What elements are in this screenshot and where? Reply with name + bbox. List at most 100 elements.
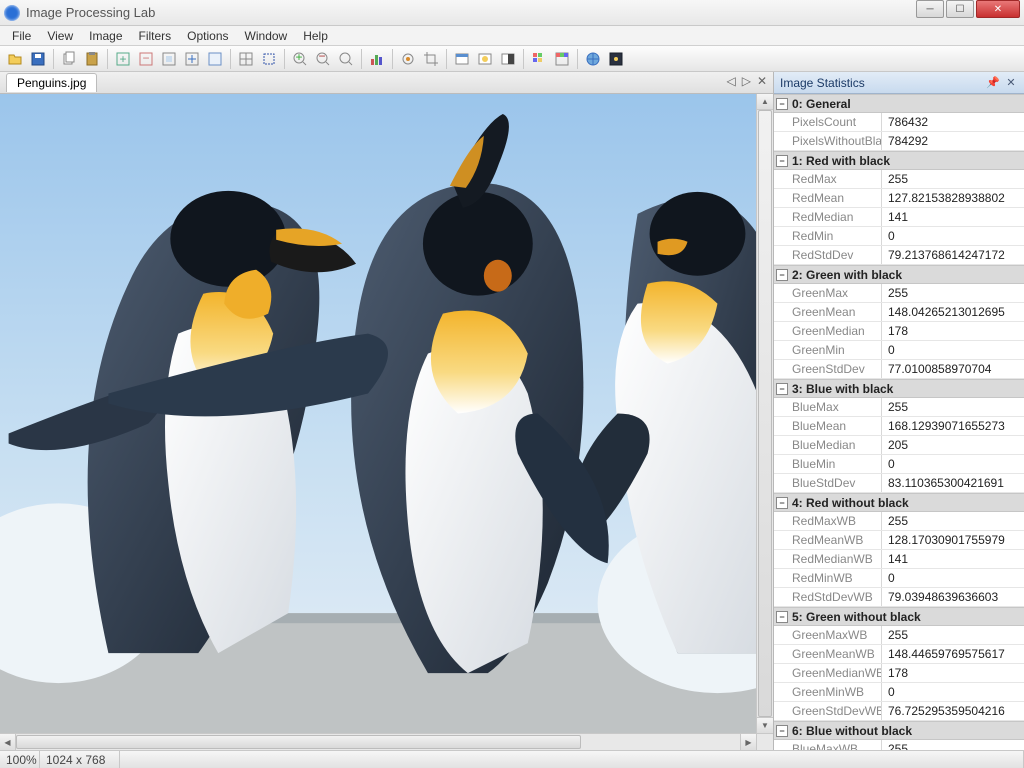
stat-row[interactable]: GreenMinWB0 [774, 683, 1024, 702]
histogram-icon[interactable] [366, 48, 388, 70]
stat-row[interactable]: GreenMeanWB148.44659769575617 [774, 645, 1024, 664]
globe-icon[interactable] [582, 48, 604, 70]
menu-image[interactable]: Image [81, 27, 130, 45]
fit-window-icon[interactable] [204, 48, 226, 70]
zoom-icon[interactable] [158, 48, 180, 70]
open-icon[interactable] [4, 48, 26, 70]
copy-icon[interactable] [58, 48, 80, 70]
stats-group-header[interactable]: −4: Red without black [774, 493, 1024, 512]
minimize-button[interactable]: ─ [916, 0, 944, 18]
menu-options[interactable]: Options [179, 27, 236, 45]
stat-row[interactable]: PixelsCount786432 [774, 113, 1024, 132]
menu-view[interactable]: View [39, 27, 81, 45]
stat-row[interactable]: BlueMax255 [774, 398, 1024, 417]
stats-group-header[interactable]: −3: Blue with black [774, 379, 1024, 398]
hscroll-thumb[interactable] [16, 735, 581, 749]
selection-icon[interactable] [258, 48, 280, 70]
hscroll-track[interactable] [16, 734, 740, 750]
menu-file[interactable]: File [4, 27, 39, 45]
stat-row[interactable]: GreenMin0 [774, 341, 1024, 360]
stat-row[interactable]: GreenMax255 [774, 284, 1024, 303]
stats-group-header[interactable]: −1: Red with black [774, 151, 1024, 170]
document-tab[interactable]: Penguins.jpg [6, 73, 97, 92]
stat-row[interactable]: PixelsWithoutBlack784292 [774, 132, 1024, 151]
stat-row[interactable]: RedMeanWB128.17030901755979 [774, 531, 1024, 550]
magnify-reset-icon[interactable] [335, 48, 357, 70]
panel-close-icon[interactable]: ✕ [1004, 76, 1018, 90]
stat-row[interactable]: RedMax255 [774, 170, 1024, 189]
magnify-plus-icon[interactable]: + [289, 48, 311, 70]
zoom-out-icon[interactable]: − [135, 48, 157, 70]
stat-row[interactable]: BlueMean168.12939071655273 [774, 417, 1024, 436]
stat-row[interactable]: RedMinWB0 [774, 569, 1024, 588]
crop-icon[interactable] [420, 48, 442, 70]
stat-row[interactable]: GreenMedian178 [774, 322, 1024, 341]
stat-row[interactable]: BlueMin0 [774, 455, 1024, 474]
save-icon[interactable] [27, 48, 49, 70]
stat-row[interactable]: GreenMedianWB178 [774, 664, 1024, 683]
stat-row[interactable]: RedMean127.82153828938802 [774, 189, 1024, 208]
stats-group-header[interactable]: −2: Green with black [774, 265, 1024, 284]
collapse-icon[interactable]: − [776, 269, 788, 281]
brightness-icon[interactable] [474, 48, 496, 70]
close-button[interactable]: ✕ [976, 0, 1020, 18]
stat-row[interactable]: RedMin0 [774, 227, 1024, 246]
stat-row[interactable]: RedMedian141 [774, 208, 1024, 227]
stat-row[interactable]: GreenStdDevWB76.725295359504216 [774, 702, 1024, 721]
stat-row[interactable]: RedMedianWB141 [774, 550, 1024, 569]
stat-row[interactable]: RedStdDevWB79.03948639636603 [774, 588, 1024, 607]
stat-row[interactable]: GreenStdDev77.0100858970704 [774, 360, 1024, 379]
fit-icon[interactable] [181, 48, 203, 70]
document-tab-strip: Penguins.jpg ◁ ▷ ✕ [0, 72, 773, 94]
zoom-in-icon[interactable]: + [112, 48, 134, 70]
scroll-down-icon[interactable]: ▼ [757, 717, 773, 733]
collapse-icon[interactable]: − [776, 725, 788, 737]
stat-row[interactable]: BlueMedian205 [774, 436, 1024, 455]
collapse-icon[interactable]: − [776, 383, 788, 395]
scroll-left-icon[interactable]: ◀ [0, 734, 16, 750]
tab-prev-icon[interactable]: ◁ [726, 74, 735, 88]
menu-window[interactable]: Window [237, 27, 296, 45]
magnify-minus-icon[interactable]: − [312, 48, 334, 70]
stat-key: PixelsCount [774, 113, 882, 131]
collapse-icon[interactable]: − [776, 611, 788, 623]
stat-row[interactable]: RedStdDev79.213768614247172 [774, 246, 1024, 265]
menu-filters[interactable]: Filters [131, 27, 180, 45]
collapse-icon[interactable]: − [776, 98, 788, 110]
image-view[interactable] [0, 94, 756, 733]
stat-value: 77.0100858970704 [882, 362, 1024, 376]
tab-next-icon[interactable]: ▷ [742, 74, 751, 88]
horizontal-scrollbar[interactable]: ◀ ▶ [0, 733, 773, 750]
tab-controls: ◁ ▷ ✕ [726, 74, 767, 88]
stat-key: GreenMeanWB [774, 645, 882, 663]
collapse-icon[interactable]: − [776, 497, 788, 509]
levels-icon[interactable] [451, 48, 473, 70]
stat-row[interactable]: BlueStdDev83.110365300421691 [774, 474, 1024, 493]
stat-row[interactable]: RedMaxWB255 [774, 512, 1024, 531]
scroll-right-icon[interactable]: ▶ [740, 734, 756, 750]
scroll-up-icon[interactable]: ▲ [757, 94, 773, 110]
center-icon[interactable] [397, 48, 419, 70]
blank-icon[interactable] [605, 48, 627, 70]
vscroll-thumb[interactable] [758, 110, 772, 717]
stat-row[interactable]: BlueMaxWB255 [774, 740, 1024, 750]
pin-icon[interactable]: 📌 [986, 76, 1000, 90]
stats-group-header[interactable]: −0: General [774, 94, 1024, 113]
vscroll-track[interactable] [757, 110, 773, 717]
paste-icon[interactable] [81, 48, 103, 70]
swatch-icon[interactable] [551, 48, 573, 70]
stats-group-header[interactable]: −5: Green without black [774, 607, 1024, 626]
grid-1-icon[interactable] [235, 48, 257, 70]
stat-row[interactable]: GreenMaxWB255 [774, 626, 1024, 645]
collapse-icon[interactable]: − [776, 155, 788, 167]
stat-value: 178 [882, 666, 1024, 680]
palette-icon[interactable] [528, 48, 550, 70]
menu-help[interactable]: Help [295, 27, 336, 45]
stats-group-header[interactable]: −6: Blue without black [774, 721, 1024, 740]
tab-close-icon[interactable]: ✕ [757, 74, 767, 88]
panel-body[interactable]: −0: GeneralPixelsCount786432PixelsWithou… [774, 94, 1024, 750]
vertical-scrollbar[interactable]: ▲ ▼ [756, 94, 773, 733]
stat-row[interactable]: GreenMean148.04265213012695 [774, 303, 1024, 322]
maximize-button[interactable]: ☐ [946, 0, 974, 18]
contrast-icon[interactable] [497, 48, 519, 70]
